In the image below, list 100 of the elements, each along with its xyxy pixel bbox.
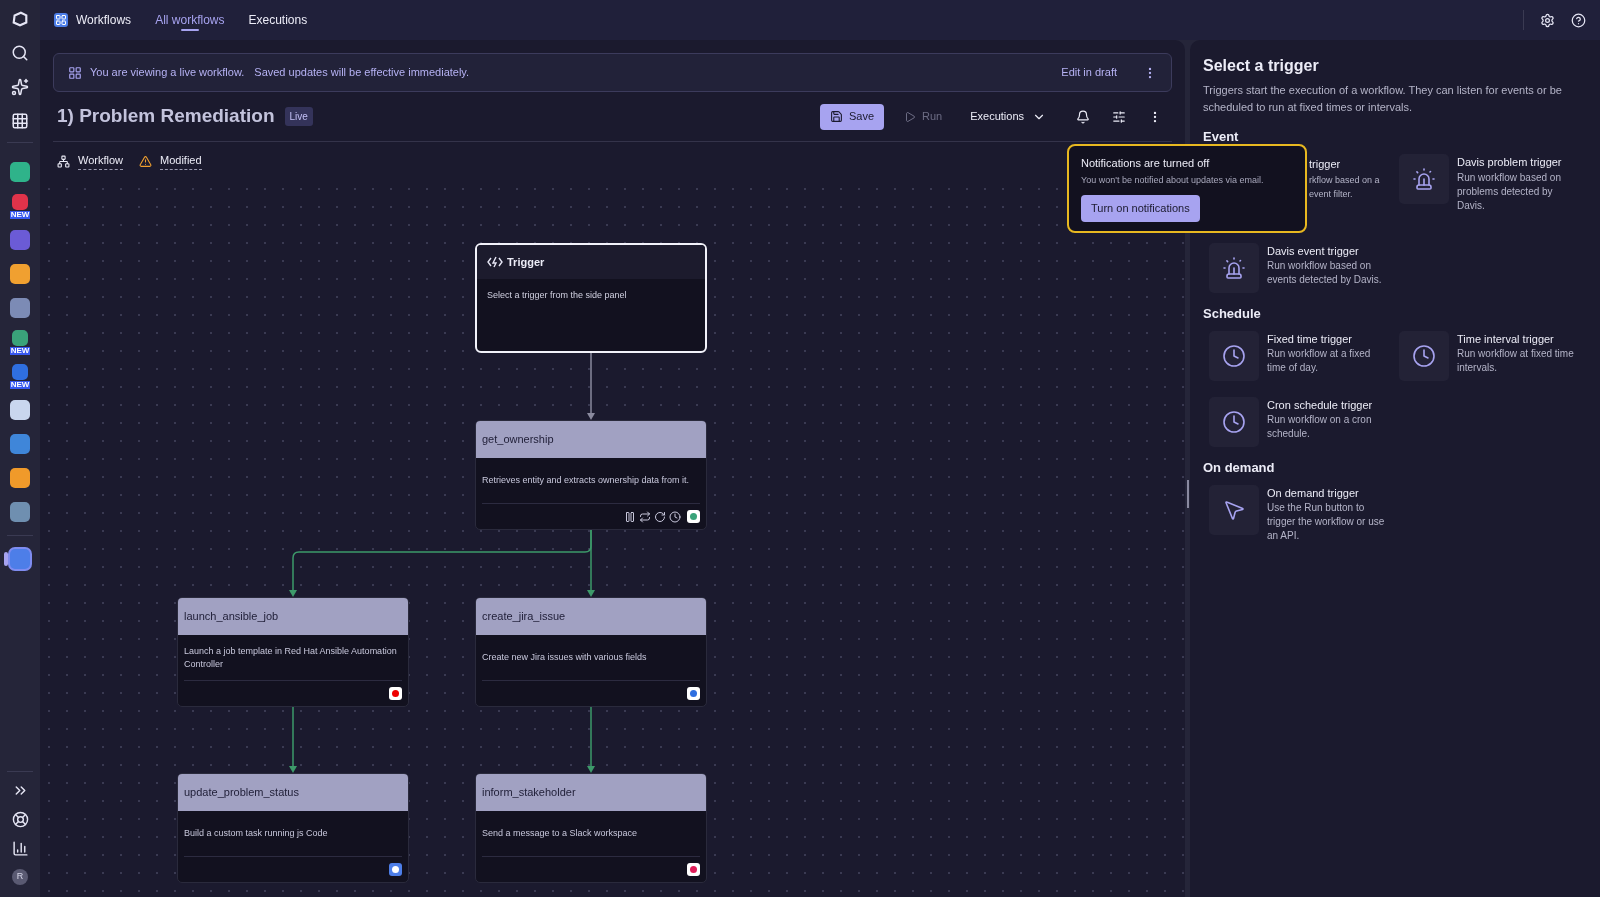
trigger-option[interactable]: Time interval trigger Run workflow at fixed time intervals. [1399,330,1587,381]
alarm-light-icon [1222,255,1246,280]
task-node[interactable]: update_problem_status Build a custom task running js Code [177,773,409,883]
trigger-title: trigger [1309,157,1342,172]
apps-grid-icon[interactable] [11,112,29,130]
trigger-description: rkflow based on a [1309,173,1381,187]
section-heading: Event [1203,130,1240,144]
banner-message: You are viewing a live workflow. [90,65,245,81]
node-description: Select a trigger from the side panel [486,289,628,302]
node-title: update_problem_status [184,785,299,801]
node-title: launch_ansible_job [184,609,279,625]
trigger-description: event filter. [1309,187,1354,201]
lifebuoy-icon[interactable] [11,811,29,828]
node-title: get_ownership [482,432,554,448]
live-badge: Live [284,107,313,126]
trigger-description: Run workflow based on problems detected by Davis. [1457,170,1562,213]
app-launcher-icon[interactable] [12,329,28,346]
task-node[interactable]: get_ownership Retrieves entity and extracts ownership data from it. [475,420,707,530]
trigger-option[interactable]: Davis event trigger Run workflow based on events detected by Davis. [1209,242,1399,293]
app-icon [687,863,700,876]
task-node[interactable]: inform_stakeholder Send a message to a Slack workspace [475,773,707,883]
app-launcher-icon[interactable] [10,264,30,284]
logo-icon[interactable] [11,10,29,28]
section-heading: On demand [1203,460,1276,475]
trigger-title: Cron schedule trigger [1267,397,1374,413]
search-icon[interactable] [11,44,29,62]
turn-on-notifications-button[interactable]: Turn on notifications [1081,195,1200,222]
node-description: Create new Jira issues with various fields [482,651,647,664]
node-title: inform_stakeholder [482,785,576,801]
app-launcher-icon[interactable] [10,298,30,318]
section-heading: Schedule [1203,306,1262,321]
clock-icon [1222,343,1246,368]
trigger-title: Davis problem trigger [1457,155,1563,170]
workflows-app-icon [54,13,68,27]
trigger-option[interactable]: On demand trigger Use the Run button to trigger the workflow or use an API. [1209,484,1399,543]
clock-icon [1222,409,1246,434]
workflow-icon [57,154,70,168]
sparkle-icon[interactable] [11,78,29,96]
node-description: Launch a job template in Red Hat Ansible Automation Controller [184,644,398,671]
user-avatar[interactable]: R [12,869,28,885]
app-launcher-icon[interactable] [10,400,30,420]
trigger-title: Fixed time trigger [1267,331,1353,347]
nav-tab[interactable]: Executions [248,0,308,40]
save-button[interactable]: Save [819,103,884,130]
connector-arrow [587,352,595,420]
popup-title: Notifications are turned off [1081,156,1211,171]
new-badge: NEW [9,210,31,219]
trigger-description: Run workflow based on events detected by Davis. [1267,259,1383,287]
new-badge: NEW [9,346,31,355]
save-icon [829,110,843,123]
task-node[interactable]: launch_ansible_job Launch a job template in Red Hat Ansible Automation Controller [177,597,409,707]
settings-icon[interactable] [1540,12,1555,28]
nav-tab[interactable]: All workflows [155,0,225,40]
trigger-option[interactable]: Cron schedule trigger Run workflow on a cron schedule. [1209,396,1399,447]
node-title: create_jira_issue [482,609,566,625]
trigger-description: Run workflow at fixed time intervals. [1457,347,1575,375]
trigger-option[interactable]: Davis problem trigger Run workflow based on problems detected by Davis. [1399,154,1587,213]
subnav-link[interactable]: Modified [139,152,202,170]
app-icon [389,687,402,700]
connector-arrow [587,706,595,773]
node-description: Retrieves entity and extracts ownership data from it. [482,474,690,487]
new-badge: NEW [9,380,31,389]
clock-icon [1412,343,1436,368]
trigger-title: Time interval trigger [1457,331,1555,347]
trigger-title: On demand trigger [1267,485,1360,501]
app-launcher-icon[interactable] [10,162,30,182]
subnav-link[interactable]: Workflow [57,152,124,170]
app-name: Workflows [76,12,132,29]
retry-icon [654,510,666,523]
selection-indicator [4,552,8,566]
app-icon [389,863,402,876]
node-description: Build a custom task running js Code [184,827,328,840]
help-icon[interactable] [1571,12,1586,28]
sliders-icon[interactable] [1112,109,1126,124]
play-icon [904,110,916,123]
node-description: Send a message to a Slack workspace [482,827,638,840]
trigger-description: Use the Run button to trigger the workflow or use an API. [1267,501,1386,543]
chart-icon[interactable] [11,840,29,857]
pause-icon [624,510,636,523]
trigger-title: Davis event trigger [1267,243,1360,259]
panel-title: Select a trigger [1203,56,1320,76]
app-icon [687,510,700,523]
panel-description: Triggers start the execution of a workflow. They can listen for events or be scheduled to run at fixed times or intervals. [1203,83,1563,115]
loop-icon [639,510,651,523]
task-node[interactable]: create_jira_issue Create new Jira issues with various fields [475,597,707,707]
workflow-title: 1) Problem Remediation [57,104,275,129]
trigger-option[interactable]: Fixed time trigger Run workflow at a fixed time of day. [1209,330,1399,381]
app-launcher-icon[interactable] [10,502,30,522]
trigger-node[interactable]: Trigger Select a trigger from the side panel [475,243,707,353]
edit-in-draft-link[interactable]: Edit in draft [1061,64,1117,81]
alarm-light-icon [1412,167,1436,191]
clock-icon [669,510,681,523]
workflow-icon [68,65,82,80]
app-launcher-icon[interactable] [10,468,30,488]
bell-icon[interactable] [1076,109,1090,124]
executions-dropdown[interactable]: Executions [962,103,1054,130]
trigger-description: Run workflow on a cron schedule. [1267,413,1373,441]
warning-icon [139,154,153,168]
trigger-description: Run workflow at a fixed time of day. [1267,347,1372,375]
connector-arrow [289,706,297,773]
